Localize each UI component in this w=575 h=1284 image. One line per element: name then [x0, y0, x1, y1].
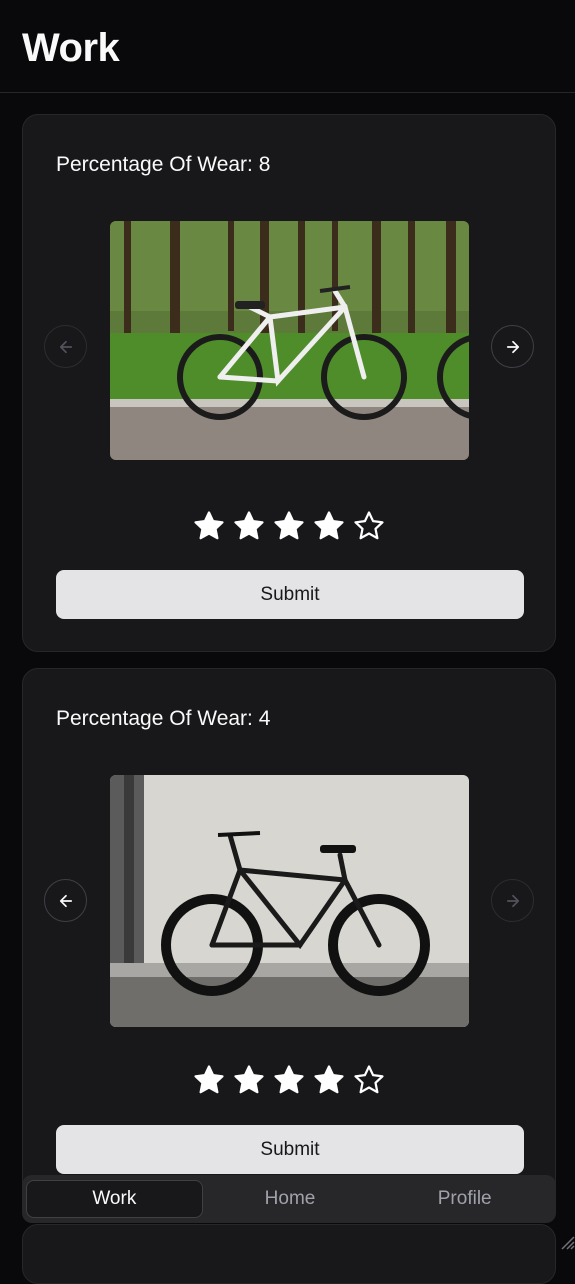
star-empty-icon[interactable] [352, 509, 386, 543]
wear-percentage-title: Percentage Of Wear: 8 [56, 153, 270, 177]
wear-percentage-title: Percentage Of Wear: 4 [56, 707, 270, 731]
submit-button[interactable]: Submit [56, 1125, 524, 1174]
arrow-right-icon [504, 338, 522, 356]
carousel-next-button[interactable] [491, 325, 534, 368]
app-header: Work [0, 0, 575, 93]
tab-work[interactable]: Work [26, 1180, 203, 1218]
star-filled-icon[interactable] [312, 1063, 346, 1097]
star-filled-icon[interactable] [232, 509, 266, 543]
arrow-left-icon [57, 892, 75, 910]
wear-card: Percentage Of Wear: 8 [22, 114, 556, 652]
star-filled-icon[interactable] [272, 509, 306, 543]
star-empty-icon[interactable] [352, 1063, 386, 1097]
page-title: Work [22, 26, 119, 71]
bike-image [110, 775, 469, 1027]
wear-card: Percentage Of Wear: 4 Submit [22, 668, 556, 1208]
carousel-prev-button[interactable] [44, 879, 87, 922]
star-filled-icon[interactable] [312, 509, 346, 543]
carousel-next-button[interactable] [491, 879, 534, 922]
star-filled-icon[interactable] [272, 1063, 306, 1097]
star-rating[interactable] [23, 509, 555, 543]
tab-home[interactable]: Home [203, 1180, 378, 1218]
arrow-left-icon [57, 338, 75, 356]
bottom-navigation: Work Home Profile [22, 1175, 556, 1223]
tab-profile[interactable]: Profile [377, 1180, 552, 1218]
star-rating[interactable] [23, 1063, 555, 1097]
star-filled-icon[interactable] [232, 1063, 266, 1097]
star-filled-icon[interactable] [192, 509, 226, 543]
wear-card [22, 1224, 556, 1284]
submit-button[interactable]: Submit [56, 570, 524, 619]
star-filled-icon[interactable] [192, 1063, 226, 1097]
resize-grip-icon[interactable] [557, 1232, 575, 1250]
carousel-prev-button[interactable] [44, 325, 87, 368]
arrow-right-icon [504, 892, 522, 910]
bike-image [110, 221, 469, 460]
